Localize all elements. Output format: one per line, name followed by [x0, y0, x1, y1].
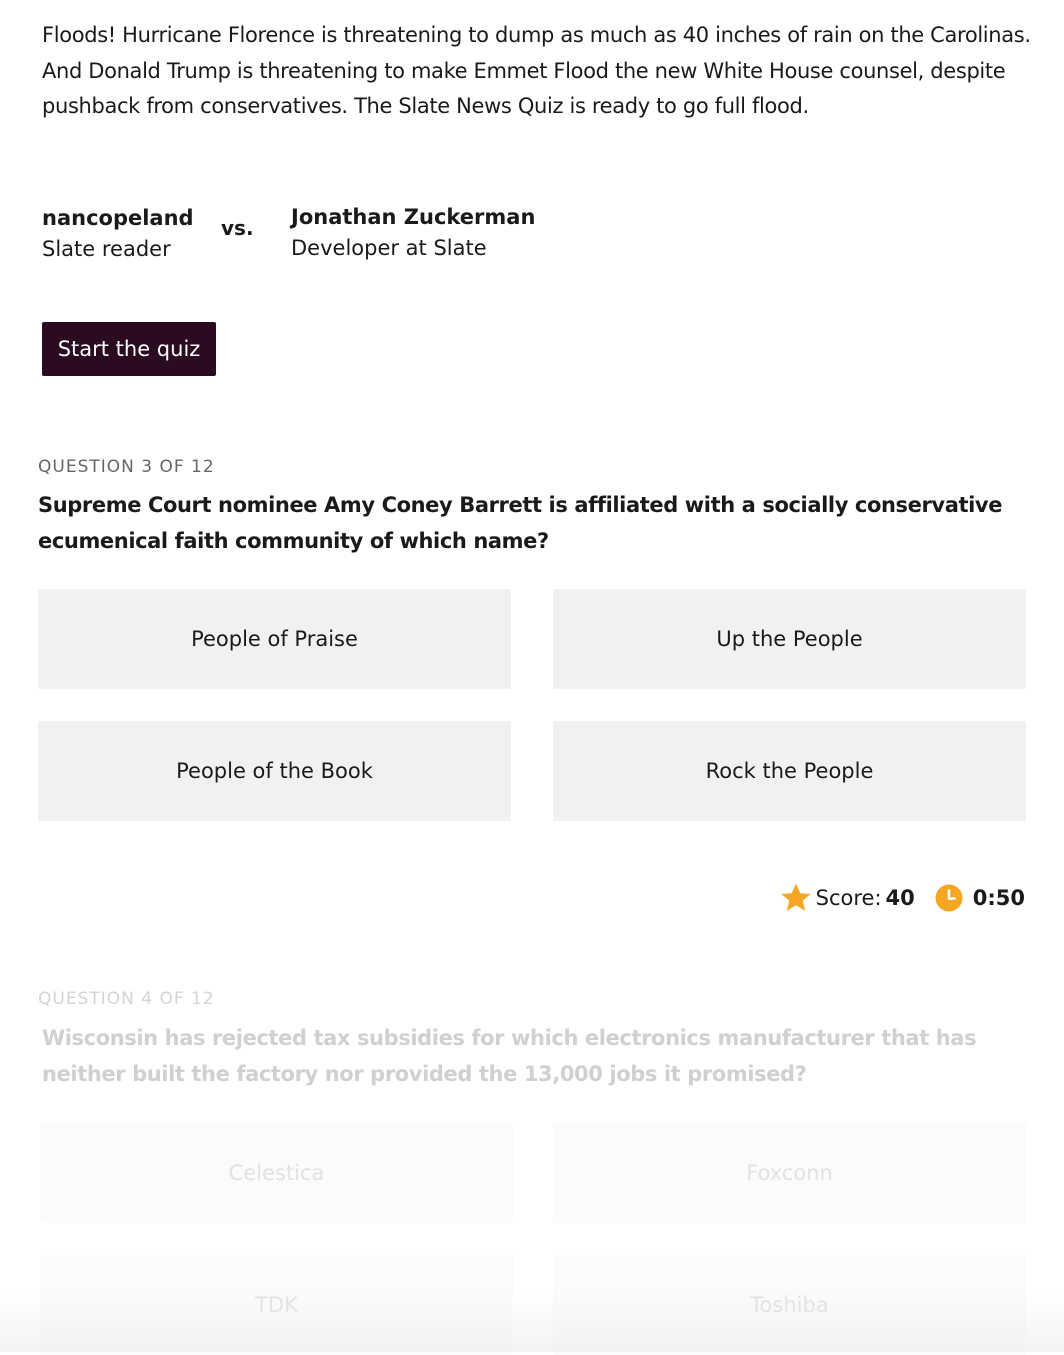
- question-3-text: Supreme Court nominee Amy Coney Barrett …: [38, 493, 1003, 553]
- answer-people-of-praise-button[interactable]: People of Praise: [38, 589, 511, 689]
- answer-toshiba-button[interactable]: Toshiba: [553, 1255, 1026, 1355]
- player-one-name: nancopeland: [42, 206, 194, 230]
- question-4-label: QUESTION 4 OF 12: [38, 989, 215, 1009]
- player-two-name: Jonathan Zuckerman: [291, 205, 536, 229]
- answer-people-of-the-book-button[interactable]: People of the Book: [38, 721, 511, 821]
- answer-celestica-button[interactable]: Celestica: [40, 1123, 513, 1223]
- score-value: 40: [885, 886, 915, 910]
- clock-icon: [935, 884, 963, 912]
- answer-up-the-people-button[interactable]: Up the People: [553, 589, 1026, 689]
- versus-label: vs.: [221, 216, 254, 240]
- star-icon: [780, 883, 811, 911]
- question-3-label: QUESTION 3 OF 12: [38, 457, 215, 477]
- timer-value: 0:50: [972, 886, 1025, 910]
- score-timer-bar: Score: 40 0:50: [780, 880, 1025, 916]
- player-one: nancopeland Slate reader: [42, 203, 194, 265]
- player-one-role: Slate reader: [42, 237, 171, 261]
- answer-tdk-button[interactable]: TDK: [40, 1255, 513, 1355]
- start-quiz-button[interactable]: Start the quiz: [42, 322, 216, 376]
- player-two: Jonathan Zuckerman Developer at Slate: [291, 202, 535, 264]
- score-label: Score:: [815, 886, 882, 910]
- player-two-role: Developer at Slate: [291, 236, 487, 260]
- quiz-intro: Floods! Hurricane Florence is threatenin…: [42, 23, 1031, 118]
- answer-foxconn-button[interactable]: Foxconn: [553, 1123, 1026, 1223]
- answer-rock-the-people-button[interactable]: Rock the People: [553, 721, 1026, 821]
- question-4-text: Wisconsin has rejected tax subsidies for…: [42, 1026, 977, 1086]
